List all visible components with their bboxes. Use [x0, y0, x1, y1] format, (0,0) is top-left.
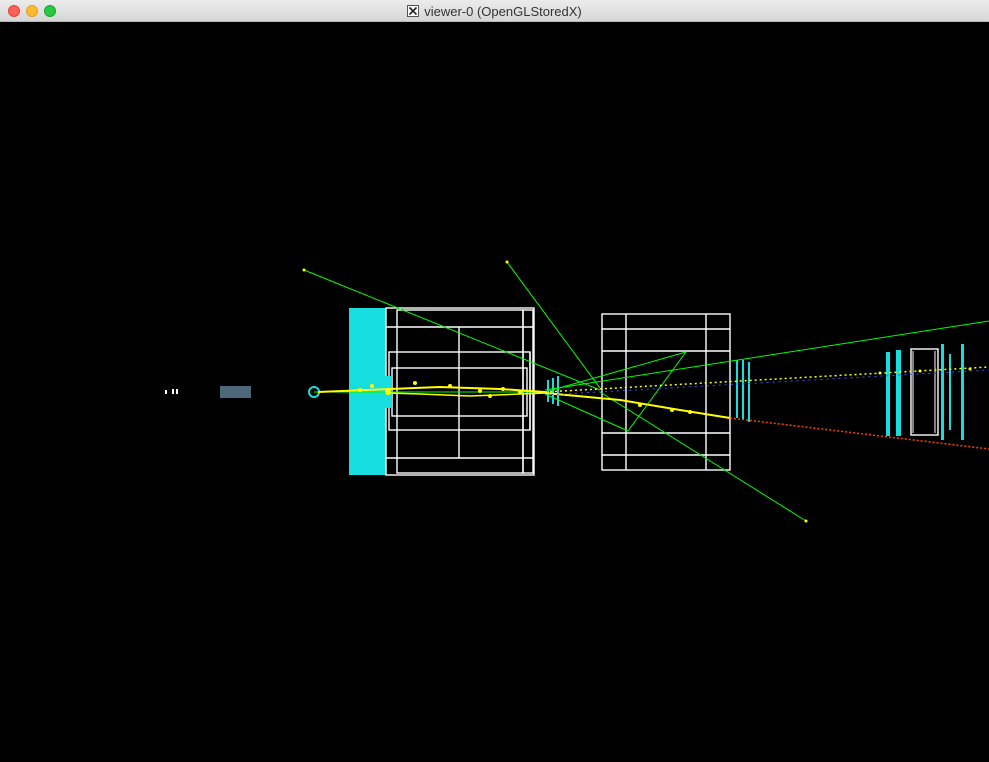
downstream-detectors: [886, 344, 964, 440]
title-bar[interactable]: viewer-0 (OpenGLStoredX): [0, 0, 989, 22]
opengl-viewport[interactable]: [0, 22, 989, 762]
detector-station-2: [601, 313, 731, 471]
viewer-window: viewer-0 (OpenGLStoredX): [0, 0, 989, 762]
title-group: viewer-0 (OpenGLStoredX): [0, 0, 989, 22]
x11-icon: [407, 5, 420, 17]
beam-target-marks: [165, 389, 178, 394]
tracking-planes-2: [736, 360, 750, 422]
upstream-steel-block: [220, 386, 251, 398]
scene-svg: [165, 260, 989, 523]
window-title: viewer-0 (OpenGLStoredX): [424, 3, 582, 19]
